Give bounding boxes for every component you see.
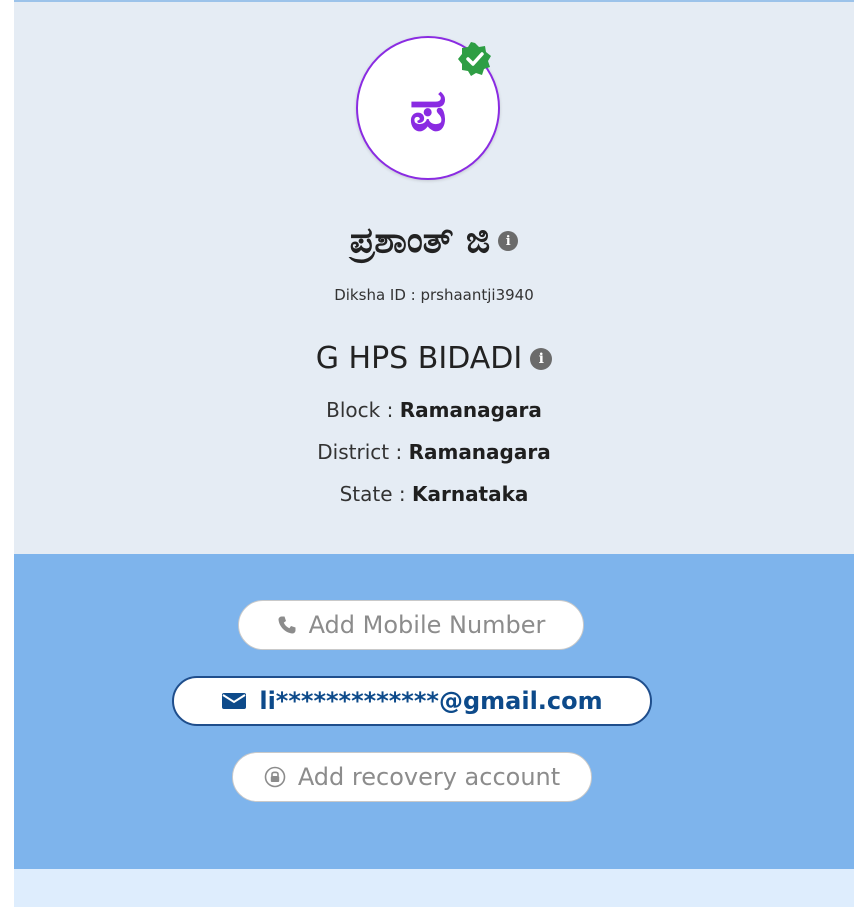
next-section [14, 869, 854, 907]
school-row: G HPS BIDADI i [14, 336, 854, 382]
diksha-id-value: prshaantji3940 [420, 286, 534, 304]
block-value: Ramanagara [399, 398, 542, 422]
user-name-row: ಪ್ರಶಾಂತ್ ಜಿ i [14, 214, 854, 268]
lock-circle-icon [264, 766, 286, 788]
user-name: ಪ್ರಶಾಂತ್ ಜಿ [349, 220, 491, 261]
info-icon[interactable]: i [530, 348, 553, 370]
state-row: State : Karnataka [14, 482, 854, 506]
envelope-icon [222, 693, 247, 709]
block-label: Block : [326, 398, 400, 422]
email-value: li*************@gmail.com [259, 687, 603, 715]
verified-check-icon [458, 42, 491, 76]
profile-page: ಪ ಪ್ರಶಾಂತ್ ಜಿ i Diksha ID : prshaantji39… [0, 0, 854, 907]
add-recovery-button[interactable]: Add recovery account [232, 752, 592, 802]
district-row: District : Ramanagara [14, 440, 854, 464]
state-value: Karnataka [411, 482, 529, 506]
district-label: District : [317, 440, 409, 464]
add-mobile-label: Add Mobile Number [308, 611, 546, 639]
district-value: Ramanagara [408, 440, 551, 464]
state-label: State : [339, 482, 412, 506]
contact-section: Add Mobile Number li*************@gmail.… [14, 554, 854, 869]
email-button[interactable]: li*************@gmail.com [172, 676, 652, 726]
phone-icon [278, 616, 296, 634]
avatar-initial: ಪ [409, 76, 447, 144]
diksha-id-label: Diksha ID : [334, 286, 421, 304]
profile-card: ಪ ಪ್ರಶಾಂತ್ ಜಿ i Diksha ID : prshaantji39… [14, 2, 854, 554]
school-name: G HPS BIDADI [315, 341, 523, 376]
add-recovery-label: Add recovery account [297, 763, 561, 791]
diksha-id: Diksha ID : prshaantji3940 [14, 286, 854, 304]
info-icon[interactable]: i [498, 231, 519, 251]
block-row: Block : Ramanagara [14, 398, 854, 422]
add-mobile-button[interactable]: Add Mobile Number [238, 600, 584, 650]
